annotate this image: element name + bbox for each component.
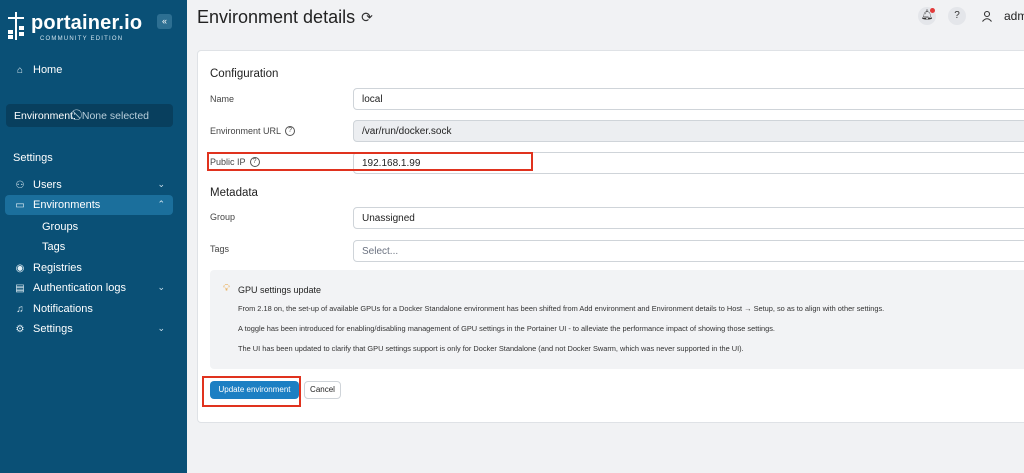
notification-dot: [930, 8, 935, 13]
file-text-icon: ▤: [15, 282, 25, 294]
portainer-logo[interactable]: portainer.io COMMUNITY EDITION: [6, 10, 156, 46]
page-title-text: Environment details: [197, 7, 356, 27]
chevron-down-icon: ⌄: [157, 179, 165, 189]
tags-select[interactable]: Select...: [353, 240, 1024, 262]
group-label: Group: [210, 212, 235, 222]
sidebar: portainer.io COMMUNITY EDITION « ⌂ Home …: [0, 0, 187, 473]
sidebar-item-notifications[interactable]: ♫ Notifications: [5, 299, 173, 319]
configuration-title: Configuration: [210, 68, 279, 80]
sidebar-item-auth-logs[interactable]: ▤ Authentication logs ⌄: [5, 278, 173, 298]
sidebar-item-home[interactable]: ⌂ Home: [5, 60, 173, 80]
name-input[interactable]: local: [353, 88, 1024, 110]
metadata-title: Metadata: [210, 187, 258, 199]
users-icon: ⚇: [15, 179, 25, 191]
logo-subtitle: COMMUNITY EDITION: [40, 36, 124, 42]
help-circle-icon: ?: [954, 10, 960, 21]
sidebar-item-settings[interactable]: ⚙ Settings ⌄: [5, 319, 173, 339]
name-label: Name: [210, 94, 234, 104]
sidebar-item-label: Registries: [33, 262, 82, 274]
user-avatar-icon: [982, 10, 992, 22]
info-line: A toggle has been introduced for enablin…: [238, 324, 775, 333]
chevron-down-icon: ⌄: [157, 282, 165, 292]
info-line: From 2.18 on, the set-up of available GP…: [238, 304, 885, 313]
chevron-down-icon: ⌄: [157, 323, 165, 333]
environment-details-card: Configuration Name local Environment URL…: [197, 50, 1024, 423]
radio-icon: ◉: [15, 262, 25, 274]
sidebar-item-users[interactable]: ⚇ Users ⌄: [5, 175, 173, 195]
environment-label: Environment:: [14, 109, 76, 122]
collapse-sidebar-button[interactable]: «: [157, 14, 172, 29]
sidebar-item-label: Environments: [33, 199, 101, 211]
sidebar-item-tags[interactable]: Tags: [42, 241, 65, 253]
tags-label-text: Tags: [210, 244, 230, 254]
info-line: The UI has been updated to clarify that …: [238, 344, 744, 353]
sidebar-item-label: Authentication logs: [33, 282, 126, 294]
user-name[interactable]: adm: [1004, 9, 1024, 23]
highlight-box-public-ip: [207, 152, 533, 171]
gpu-info-panel: 💡︎ GPU settings update From 2.18 on, the…: [210, 270, 1024, 369]
notifications-bell-button[interactable]: 🔔︎: [918, 7, 936, 25]
chevron-up-icon: ⌃: [157, 199, 165, 209]
environment-url-label-text: Environment URL: [210, 126, 282, 136]
info-title: GPU settings update: [238, 285, 322, 295]
environment-selector[interactable]: Environment: ⃠ None selected: [6, 104, 173, 127]
sidebar-item-label: Notifications: [33, 303, 93, 315]
environments-icon: ▭: [15, 199, 25, 211]
user-icon[interactable]: [978, 7, 996, 25]
help-circle-icon[interactable]: ?: [285, 126, 296, 136]
gear-icon: ⚙: [15, 323, 25, 335]
settings-section-header: Settings: [13, 152, 53, 164]
logo-text: portainer.io: [31, 12, 143, 34]
bell-icon: ♫: [16, 303, 24, 315]
highlight-box-update-button: [202, 376, 301, 407]
environment-url-label: Environment URL ?: [210, 126, 296, 136]
sidebar-item-groups[interactable]: Groups: [42, 221, 78, 233]
tags-label: Tags: [210, 244, 229, 254]
environment-value: None selected: [81, 109, 150, 122]
group-label-text: Group: [210, 212, 236, 222]
sidebar-item-label: Home: [33, 64, 63, 76]
sidebar-item-registries[interactable]: ◉ Registries: [5, 258, 173, 278]
environment-url-input[interactable]: /var/run/docker.sock: [353, 120, 1024, 142]
lightbulb-icon: 💡︎: [223, 283, 230, 294]
sidebar-item-environments[interactable]: ▭ Environments ⌃: [5, 195, 173, 215]
cancel-button[interactable]: Cancel: [304, 381, 341, 399]
sidebar-item-label: Users: [33, 179, 62, 191]
group-select[interactable]: Unassigned: [353, 207, 1024, 229]
portainer-crane-icon: [8, 12, 24, 40]
refresh-icon[interactable]: ⟳: [361, 9, 373, 26]
name-label-text: Name: [210, 94, 235, 104]
page-title: Environment details ⟳: [197, 7, 373, 28]
help-button[interactable]: ?: [948, 7, 966, 25]
sidebar-item-label: Settings: [33, 323, 73, 335]
home-icon: ⌂: [16, 64, 24, 76]
